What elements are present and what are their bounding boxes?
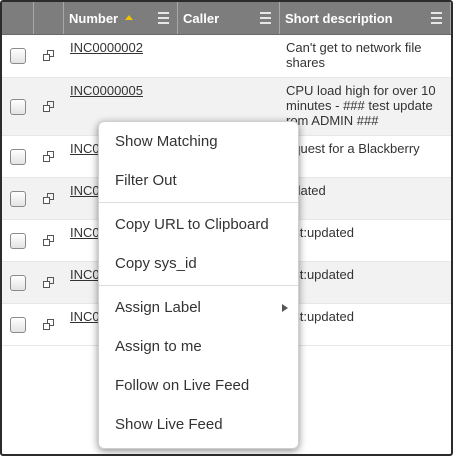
- incident-number-link[interactable]: INC0: [70, 183, 100, 198]
- row-select-cell: [2, 178, 34, 219]
- menu-item-copy-sys-id[interactable]: Copy sys_id: [99, 244, 298, 283]
- row-description-cell: est:updated: [286, 267, 354, 282]
- preview-popup-icon[interactable]: [43, 50, 55, 62]
- menu-item-assign-to-me[interactable]: Assign to me: [99, 327, 298, 366]
- row-popup-cell: [34, 136, 64, 177]
- row-checkbox[interactable]: [10, 190, 26, 207]
- incident-number-link[interactable]: INC0: [70, 309, 100, 324]
- column-label-caller: Caller: [183, 10, 220, 26]
- incident-number-link[interactable]: INC0: [70, 267, 100, 282]
- row-caller-cell: [178, 35, 280, 77]
- row-number-cell: INC0000002: [64, 35, 178, 77]
- incident-number-link[interactable]: INC0: [70, 141, 100, 156]
- column-menu-icon[interactable]: [260, 12, 271, 27]
- preview-popup-icon[interactable]: [43, 318, 55, 331]
- preview-popup-icon[interactable]: [43, 192, 55, 205]
- row-description-cell: equest for a Blackberry: [286, 141, 420, 156]
- row-description-cell: Can't get to network file shares: [286, 40, 422, 70]
- row-checkbox[interactable]: [10, 98, 26, 115]
- preview-popup-icon[interactable]: [43, 100, 55, 113]
- submenu-arrow-icon: [282, 304, 288, 312]
- row-select-cell: [2, 304, 34, 345]
- incident-number-link[interactable]: INC0000005: [70, 83, 143, 98]
- column-header-description[interactable]: Short description: [280, 2, 451, 34]
- column-header-caller[interactable]: Caller: [178, 2, 280, 34]
- column-menu-icon[interactable]: [431, 12, 442, 27]
- column-menu-icon[interactable]: [158, 12, 169, 27]
- sort-ascending-icon: [125, 14, 134, 20]
- row-select-cell: [2, 220, 34, 261]
- header-popup-cell: [34, 2, 64, 34]
- menu-item-show-live-feed[interactable]: Show Live Feed: [99, 405, 298, 444]
- list-header: Number Caller Short description: [2, 2, 451, 35]
- preview-popup-icon[interactable]: [43, 150, 55, 163]
- row-popup-cell: [34, 220, 64, 261]
- row-checkbox[interactable]: [10, 48, 26, 64]
- menu-item-filter-out[interactable]: Filter Out: [99, 161, 298, 200]
- preview-popup-icon[interactable]: [43, 234, 55, 247]
- row-checkbox[interactable]: [10, 148, 26, 165]
- row-select-cell: [2, 136, 34, 177]
- column-header-number[interactable]: Number: [64, 2, 178, 34]
- header-select-cell: [2, 2, 34, 34]
- row-popup-cell: [34, 78, 64, 135]
- menu-item-follow-live-feed[interactable]: Follow on Live Feed: [99, 366, 298, 405]
- table-row: INC0000002 Can't get to network file sha…: [2, 35, 451, 78]
- row-select-cell: [2, 35, 34, 77]
- list-frame: Number Caller Short description INC00000…: [0, 0, 453, 456]
- row-description-cell: est:updated: [286, 225, 354, 240]
- menu-item-copy-url[interactable]: Copy URL to Clipboard: [99, 205, 298, 244]
- menu-separator: [99, 202, 298, 203]
- column-label-number: Number: [69, 10, 119, 26]
- column-label-description: Short description: [285, 10, 393, 26]
- row-popup-cell: [34, 178, 64, 219]
- row-select-cell: [2, 262, 34, 303]
- row-description-cell: pdated: [286, 183, 326, 198]
- row-checkbox[interactable]: [10, 316, 26, 333]
- row-popup-cell: [34, 262, 64, 303]
- incident-number-link[interactable]: INC0000002: [70, 40, 143, 55]
- row-description-cell: CPU load high for over 10 minutes - ### …: [286, 83, 436, 128]
- row-popup-cell: [34, 304, 64, 345]
- row-checkbox[interactable]: [10, 274, 26, 291]
- cell-context-menu: Show Matching Filter Out Copy URL to Cli…: [98, 121, 299, 449]
- menu-item-show-matching[interactable]: Show Matching: [99, 122, 298, 161]
- row-select-cell: [2, 78, 34, 135]
- row-popup-cell: [34, 35, 64, 77]
- menu-item-assign-label[interactable]: Assign Label: [99, 288, 298, 327]
- row-checkbox[interactable]: [10, 232, 26, 249]
- row-description-cell: est:updated: [286, 309, 354, 324]
- incident-number-link[interactable]: INC0: [70, 225, 100, 240]
- preview-popup-icon[interactable]: [43, 276, 55, 289]
- menu-item-assign-label-text: Assign Label: [115, 299, 201, 316]
- menu-separator: [99, 285, 298, 286]
